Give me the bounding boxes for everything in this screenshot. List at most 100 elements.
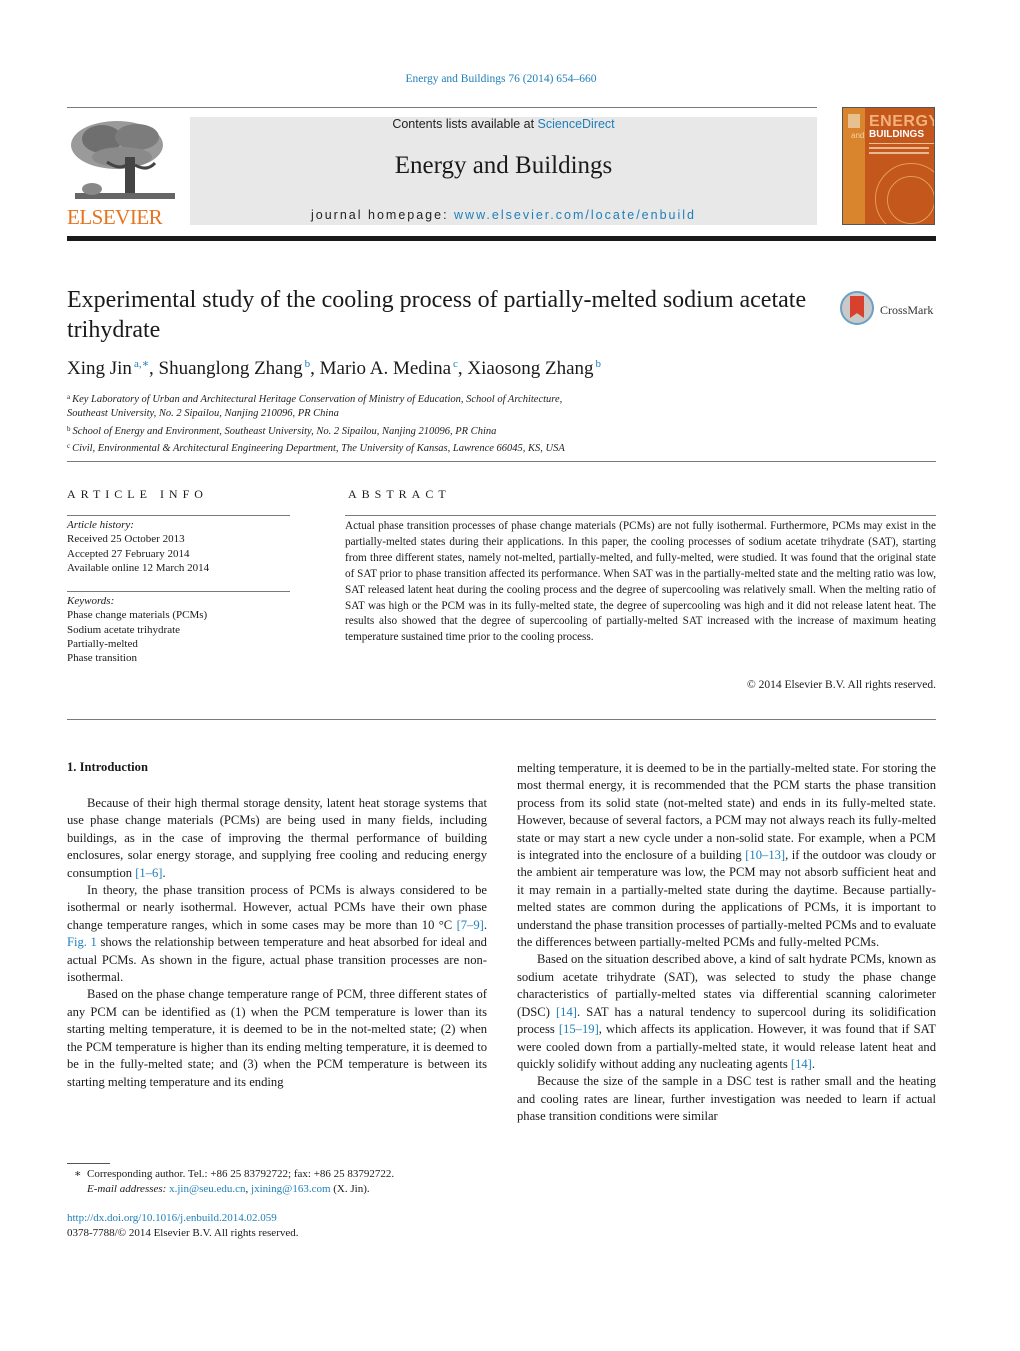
abstract-divider [345, 515, 936, 516]
cover-graphic-circle-inner [887, 176, 934, 224]
body-text: Based on the phase change temperature ra… [67, 987, 487, 1089]
abstract-copyright: © 2014 Elsevier B.V. All rights reserved… [747, 679, 936, 691]
journal-title: Energy and Buildings [394, 152, 613, 179]
body-text: melting temperature, it is deemed to be … [517, 761, 936, 863]
author-list: Xing Jin a,∗, Shuanglong Zhang b, Mario A.… [67, 358, 602, 379]
article-history: Article history: Received 25 October 201… [67, 518, 290, 575]
article-info-divider [67, 515, 290, 516]
history-label: Article history: [67, 519, 134, 531]
citation-link[interactable]: [14] [556, 1005, 577, 1019]
journal-homepage-link[interactable]: www.elsevier.com/locate/enbuild [454, 208, 696, 222]
doi-block: http://dx.doi.org/10.1016/j.enbuild.2014… [67, 1211, 487, 1240]
author-name[interactable]: Mario A. Medina [320, 358, 451, 379]
keywords-divider [67, 591, 290, 592]
email-label: E-mail addresses: [87, 1182, 167, 1195]
footnote-marker: ∗ [74, 1168, 82, 1180]
cover-title-and: and [851, 131, 865, 140]
keyword-item: Partially-melted [67, 637, 138, 650]
sciencedirect-link[interactable]: ScienceDirect [538, 117, 615, 131]
affiliation-text: Key Laboratory of Urban and Architectura… [72, 394, 563, 405]
body-text: shows the relationship between temperatu… [67, 935, 487, 985]
body-paragraph: Based on the situation described above, … [517, 951, 936, 1073]
abstract-heading: ABSTRACT [348, 487, 451, 501]
corresponding-author-text: Corresponding author. Tel.: +86 25 83792… [86, 1168, 395, 1180]
keywords-label: Keywords: [67, 595, 115, 607]
contents-line: Contents lists available at ScienceDirec… [190, 117, 817, 131]
footnote-divider [67, 1163, 110, 1164]
citation-link[interactable]: [15–19] [559, 1022, 599, 1036]
body-text: Because the size of the sample in a DSC … [517, 1074, 936, 1124]
cover-divider [869, 143, 934, 144]
issn-copyright: 0378-7788/© 2014 Elsevier B.V. All right… [67, 1226, 299, 1239]
crossmark-label: CrossMark [880, 303, 934, 317]
cover-title-buildings: BUILDINGS [869, 129, 924, 140]
email-line: E-mail addresses: x.jin@seu.edu.cn, jxin… [87, 1182, 370, 1195]
body-paragraph: Based on the phase change temperature ra… [67, 986, 487, 1090]
affiliation-key: a [67, 393, 71, 401]
affiliation-key: b [67, 424, 71, 433]
cover-publisher-mark-icon [848, 114, 860, 128]
author-name[interactable]: Xiaosong Zhang [467, 358, 593, 379]
body-text: . [483, 917, 487, 932]
body-paragraph: melting temperature, it is deemed to be … [517, 760, 936, 951]
corresponding-author-note: ∗ Corresponding author. Tel.: +86 25 837… [74, 1167, 494, 1182]
elsevier-wordmark: ELSEVIER [67, 205, 163, 229]
title-divider [67, 461, 936, 462]
body-text: . [162, 865, 166, 880]
journal-homepage-line: journal homepage: www.elsevier.com/locat… [190, 208, 817, 222]
keyword-item: Sodium acetate trihydrate [67, 623, 181, 636]
citation-link[interactable]: Fig. 1 [67, 935, 97, 949]
affiliation-text: School of Energy and Environment, Southe… [72, 425, 497, 437]
body-paragraph: In theory, the phase transition process … [67, 882, 487, 986]
affiliation-key: c [67, 441, 71, 450]
homepage-prefix: journal homepage: [311, 208, 455, 222]
body-column-left: Because of their high thermal storage de… [67, 795, 487, 1091]
section-heading-introduction: 1. Introduction [67, 760, 148, 774]
affiliation-a: a Key Laboratory of Urban and Architectur… [67, 390, 827, 407]
body-text: In theory, the phase transition process … [67, 883, 487, 932]
citation-link[interactable]: [1–6] [135, 866, 162, 880]
author-name[interactable]: Xing Jin [67, 358, 132, 379]
citation-link[interactable]: [14] [791, 1057, 812, 1071]
header-divider [67, 107, 817, 108]
keyword-item: Phase change materials (PCMs) [67, 609, 208, 622]
article-title: Experimental study of the cooling proces… [67, 287, 807, 343]
abstract-text: Actual phase transition processes of pha… [345, 520, 936, 644]
body-text: Because of their high thermal storage de… [67, 796, 487, 880]
accepted-date: Accepted 27 February 2014 [67, 547, 190, 560]
crossmark-badge[interactable]: CrossMark [840, 291, 940, 329]
body-text: . [811, 1056, 816, 1071]
affiliation-text: Civil, Environmental & Architectural Eng… [72, 442, 565, 454]
author-affiliation-marker[interactable]: b [596, 358, 602, 370]
header-thick-divider [67, 236, 936, 241]
affiliation-c: c Civil, Environmental & Architectural En… [67, 439, 827, 456]
author-affiliation-marker[interactable]: c [453, 358, 458, 370]
cover-subtitle-lines [869, 147, 929, 149]
citation-link[interactable]: [10–13] [745, 848, 785, 862]
keyword-item: Phase transition [67, 652, 137, 665]
author-affiliation-marker[interactable]: a,∗ [134, 358, 149, 370]
citation-link[interactable]: [7–9] [457, 918, 484, 932]
author-name[interactable]: Shuanglong Zhang [159, 358, 303, 379]
abstract-end-divider [67, 719, 936, 720]
contents-prefix: Contents lists available at [392, 117, 538, 131]
affiliation-b: b School of Energy and Environment, South… [67, 422, 827, 439]
affiliation-a-cont: Southeast University, No. 2 Sipailou, Na… [67, 407, 827, 421]
affiliation-text: Southeast University, No. 2 Sipailou, Na… [67, 408, 339, 420]
email-link-2[interactable]: jxining@163.com [251, 1183, 331, 1195]
email-link-1[interactable]: x.jin@seu.edu.cn [169, 1183, 245, 1195]
article-info-heading: ARTICLE INFO [67, 487, 208, 501]
received-date: Received 25 October 2013 [67, 533, 185, 546]
keywords: Keywords: Phase change materials (PCMs) … [67, 594, 290, 665]
body-paragraph: Because of their high thermal storage de… [67, 795, 487, 882]
journal-reference-link[interactable]: Energy and Buildings 76 (2014) 654–660 [0, 73, 1002, 85]
footnotes: ∗ Corresponding author. Tel.: +86 25 837… [74, 1167, 494, 1196]
author-affiliation-marker[interactable]: b [305, 358, 311, 370]
body-paragraph: Because the size of the sample in a DSC … [517, 1073, 936, 1125]
email-suffix: (X. Jin). [330, 1182, 370, 1195]
journal-cover-image[interactable]: ENERGY and BUILDINGS [842, 107, 935, 225]
online-date: Available online 12 March 2014 [67, 561, 210, 574]
doi-link[interactable]: http://dx.doi.org/10.1016/j.enbuild.2014… [67, 1212, 277, 1224]
body-column-right: melting temperature, it is deemed to be … [517, 760, 936, 1126]
affiliations: a Key Laboratory of Urban and Architectur… [67, 390, 827, 456]
